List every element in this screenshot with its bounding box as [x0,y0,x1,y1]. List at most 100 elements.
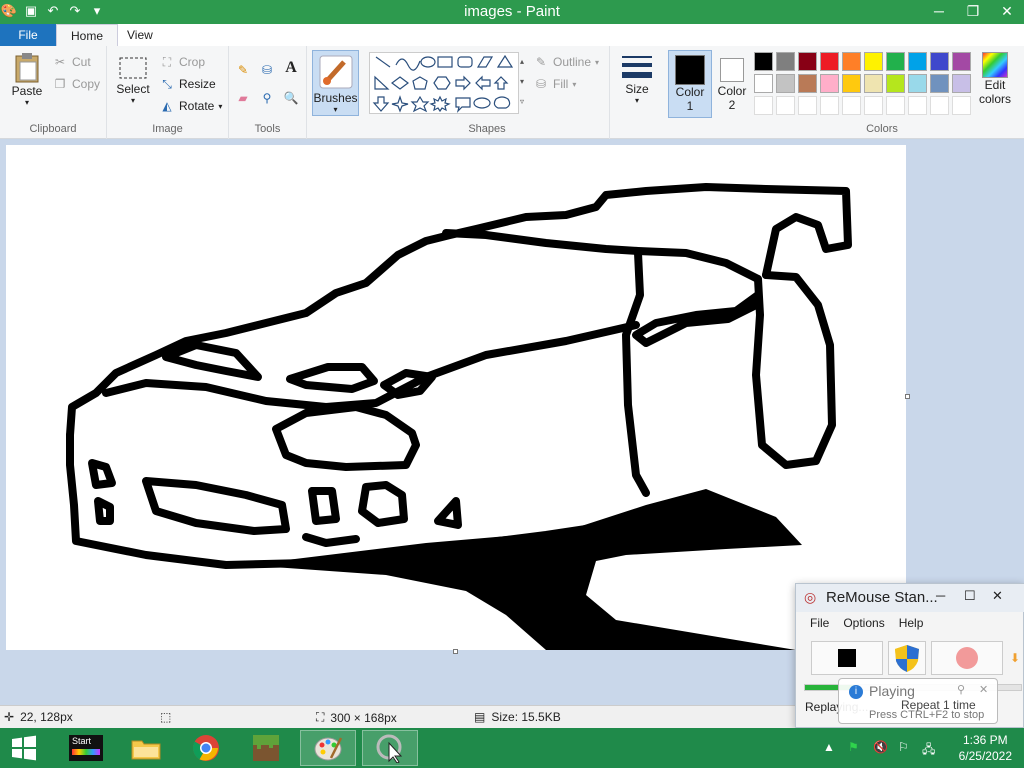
taskbar-clock[interactable]: 1:36 PM 6/25/2022 [959,732,1012,764]
rotate-label: Rotate [179,99,215,113]
magnifier-icon[interactable]: 🔍 [283,90,299,106]
outline-button[interactable]: ✎ Outline ▾ [533,54,599,70]
palette-swatch[interactable] [908,52,927,71]
color1-button[interactable]: Color 1 [668,50,712,118]
palette-swatch[interactable] [754,52,773,71]
color-picker-icon[interactable]: ⚲ [259,90,275,106]
tray-show-hidden-icon[interactable]: ▲ [823,740,835,754]
car-side-line [622,249,650,497]
color2-button[interactable]: Color 2 [712,50,752,118]
palette-swatch[interactable] [798,52,817,71]
palette-swatch[interactable] [820,74,839,93]
crop-button[interactable]: ⛶ Crop [159,54,205,70]
remouse-menu-options[interactable]: Options [843,616,884,630]
resize-handle-bottom[interactable] [453,649,458,654]
palette-swatch-empty[interactable] [952,96,971,115]
palette-swatch-empty[interactable] [842,96,861,115]
fill-button[interactable]: ⛁ Fill ▾ [533,76,576,92]
windows-start-button[interactable] [0,730,48,766]
tab-file[interactable]: File [0,24,56,46]
tab-home[interactable]: Home [56,24,119,46]
palette-swatch[interactable] [842,52,861,71]
remouse-close-button[interactable]: ✕ [992,588,1003,604]
tray-action-center-icon[interactable]: ⚐ [898,740,909,754]
fill-bucket-icon[interactable]: ⛁ [259,62,275,78]
palette-swatch[interactable] [930,52,949,71]
remouse-stop-button[interactable] [811,641,883,675]
palette-swatch-empty[interactable] [820,96,839,115]
palette-swatch-empty[interactable] [798,96,817,115]
select-button[interactable]: Select ▾ [113,56,153,105]
palette-swatch[interactable] [798,74,817,93]
palette-swatch[interactable] [886,52,905,71]
palette-swatch[interactable] [754,74,773,93]
tray-volume-muted-icon[interactable]: 🔇 [873,740,888,754]
remouse-more-button[interactable]: ⬇ [1006,641,1024,675]
remouse-menu-file[interactable]: File [810,616,829,630]
palette-swatch-empty[interactable] [908,96,927,115]
taskbar-paint[interactable] [300,730,356,766]
minimize-button[interactable]: ─ [922,0,956,24]
cut-label: Cut [72,55,91,69]
resize-handle-right[interactable] [905,394,910,399]
palette-swatch-empty[interactable] [754,96,773,115]
palette-swatch[interactable] [952,52,971,71]
palette-swatch[interactable] [864,52,883,71]
palette-swatch[interactable] [886,74,905,93]
tray-network-icon[interactable]: 🖧 [922,740,935,761]
close-button[interactable]: ✕ [990,0,1024,24]
remouse-minimize-button[interactable]: ─ [936,588,945,603]
palette-swatch[interactable] [842,74,861,93]
cut-button[interactable]: ✂ Cut [52,54,91,70]
tooltip-pin-icon[interactable]: ⚲ [957,683,965,696]
copy-button[interactable]: ❐ Copy [52,76,100,92]
palette-swatch[interactable] [776,74,795,93]
palette-swatch[interactable] [908,74,927,93]
resize-button[interactable]: ⤡ Resize [159,76,216,92]
remouse-menu-help[interactable]: Help [899,616,924,630]
text-tool-icon[interactable]: A [283,60,299,76]
palette-swatch-empty[interactable] [886,96,905,115]
palette-swatch[interactable] [864,74,883,93]
color2-swatch [720,58,744,82]
palette-swatch[interactable] [776,52,795,71]
select-dropdown-icon[interactable]: ▾ [113,96,153,105]
brushes-button[interactable]: Brushes ▾ [312,50,359,116]
remouse-record-button[interactable] [931,641,1003,675]
tray-remouse-flag-icon[interactable]: ⚑ [848,740,859,754]
maximize-button[interactable]: ❐ [956,0,990,24]
taskbar-minecraft[interactable] [238,730,294,766]
start-app-icon: Start [69,735,103,761]
rotate-dropdown-icon: ▾ [218,101,223,111]
drawing-canvas[interactable] [6,145,906,650]
remouse-shield-button[interactable] [888,641,926,675]
remouse-maximize-button[interactable]: ☐ [964,588,976,604]
car-rear-body [752,271,836,469]
palette-swatch[interactable] [930,74,949,93]
clipboard-group-label: Clipboard [29,123,77,135]
taskbar-start-app[interactable]: Start [58,730,114,766]
tab-view[interactable]: View [113,24,167,46]
color2-number: 2 [728,98,736,112]
size-button[interactable]: Size ▾ [614,52,660,105]
palette-swatch-empty[interactable] [776,96,795,115]
shapes-gallery[interactable] [369,52,519,114]
paste-button[interactable]: Paste ▾ [8,52,46,107]
palette-swatch-empty[interactable] [864,96,883,115]
taskbar-remouse[interactable] [362,730,418,766]
rotate-button[interactable]: ◭ Rotate ▾ [159,98,222,114]
eraser-icon[interactable]: ▰ [235,90,251,106]
palette-swatch-empty[interactable] [930,96,949,115]
shapes-scroll[interactable]: ▴ ▾ ▿ [515,52,529,114]
palette-swatch[interactable] [952,74,971,93]
selection-size: ⬚ [160,710,171,724]
palette-swatch[interactable] [820,52,839,71]
taskbar-chrome[interactable] [178,730,234,766]
taskbar-file-explorer[interactable] [118,730,174,766]
car-shadow-shape [246,489,802,650]
tooltip-close-icon[interactable]: ✕ [979,683,988,696]
pencil-icon[interactable]: ✎ [235,62,251,78]
edit-colors-button[interactable]: Edit colors [975,52,1015,106]
image-dimensions-text: 300 × 168px [330,710,397,725]
paste-dropdown-icon[interactable]: ▾ [8,98,46,107]
